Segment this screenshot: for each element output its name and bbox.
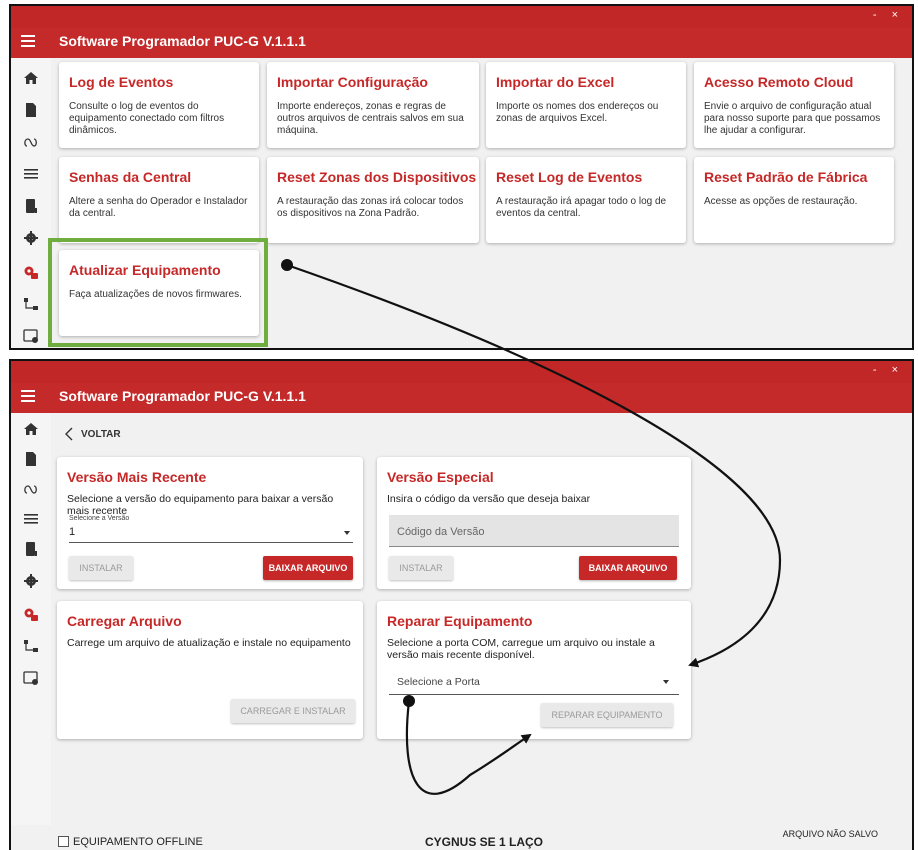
- document-icon[interactable]: [23, 102, 39, 118]
- device-name: CYGNUS SE 1 LAÇO: [425, 835, 544, 849]
- card-description: Envie o arquivo de configuração atual pa…: [704, 101, 881, 136]
- port-select-placeholder[interactable]: Selecione a Porta: [397, 676, 480, 688]
- sidebar: [11, 58, 51, 348]
- card-title: Senhas da Central: [69, 169, 192, 185]
- document-icon[interactable]: [23, 451, 39, 467]
- settings-active-icon[interactable]: [23, 264, 39, 280]
- chevron-down-icon[interactable]: [344, 531, 350, 535]
- home-icon[interactable]: [23, 70, 39, 86]
- version-code-input[interactable]: Código da Versão: [389, 515, 679, 547]
- book-icon[interactable]: [23, 541, 39, 557]
- menu-card-reset-log[interactable]: Reset Log de Eventos A restauração irá a…: [486, 157, 686, 243]
- window-controls[interactable]: - ×: [873, 9, 904, 21]
- version-select-underline: [69, 542, 353, 543]
- menu-card-reset-zonas[interactable]: Reset Zonas dos Dispositivos A restauraç…: [267, 157, 479, 243]
- latest-version-card: Versão Mais Recente Selecione a versão d…: [57, 457, 363, 589]
- chevron-down-icon[interactable]: [663, 680, 669, 684]
- app-title: Software Programador PUC-G V.1.1.1: [59, 33, 306, 49]
- settings-active-icon[interactable]: [23, 606, 39, 622]
- card-description: Insira o código da versão que deseja bai…: [387, 493, 591, 505]
- loop-icon[interactable]: [23, 481, 39, 497]
- card-title: Reset Padrão de Fábrica: [704, 169, 868, 185]
- file-status: ARQUIVO NÃO SALVO: [782, 829, 878, 839]
- card-description: Altere a senha do Operador e Instalador …: [69, 196, 248, 219]
- window-gear-icon[interactable]: [23, 328, 39, 344]
- card-description: Consulte o log de eventos do equipamento…: [69, 101, 225, 136]
- card-title: Carregar Arquivo: [67, 613, 182, 629]
- network-icon[interactable]: [23, 296, 39, 312]
- card-title: Reset Zonas dos Dispositivos: [277, 169, 477, 185]
- offline-checkbox[interactable]: [58, 836, 69, 847]
- update-content: VOLTAR Versão Mais Recente Selecione a v…: [51, 413, 912, 850]
- device-status: EQUIPAMENTO OFFLINE: [73, 836, 203, 848]
- menu-card-acesso-remoto[interactable]: Acesso Remoto Cloud Envie o arquivo de c…: [694, 62, 894, 148]
- card-title: Versão Mais Recente: [67, 469, 207, 485]
- menu-card-importar-excel[interactable]: Importar do Excel Importe os nomes dos e…: [486, 62, 686, 148]
- app-title: Software Programador PUC-G V.1.1.1: [59, 388, 306, 404]
- card-description: Carrege um arquivo de atualização e inst…: [67, 637, 351, 649]
- gear-icon[interactable]: [23, 230, 39, 246]
- window-gear-icon[interactable]: [23, 670, 39, 686]
- card-title: Versão Especial: [387, 469, 494, 485]
- card-title: Importar do Excel: [496, 74, 615, 90]
- title-bar: Software Programador PUC-G V.1.1.1 - ×: [11, 6, 912, 58]
- hamburger-menu-icon[interactable]: [21, 35, 35, 47]
- menu-card-reset-fabrica[interactable]: Reset Padrão de Fábrica Acesse as opções…: [694, 157, 894, 243]
- menu-card-importar-configuracao[interactable]: Importar Configuração Importe endereços,…: [267, 62, 479, 148]
- book-icon[interactable]: [23, 198, 39, 214]
- card-description: Importe endereços, zonas e regras de out…: [277, 101, 464, 136]
- gear-icon[interactable]: [23, 573, 39, 589]
- menu-card-log-eventos[interactable]: Log de Eventos Consulte o log de eventos…: [59, 62, 259, 148]
- sidebar: [11, 413, 51, 850]
- card-description: A restauração irá apagar todo o log de e…: [496, 196, 667, 219]
- window-top-strip: [11, 361, 912, 383]
- card-description: Selecione a porta COM, carregue um arqui…: [387, 637, 655, 661]
- repair-device-button[interactable]: REPARAR EQUIPAMENTO: [541, 703, 673, 727]
- card-description: Importe os nomes dos endereços ou zonas …: [496, 101, 659, 124]
- download-file-button[interactable]: BAIXAR ARQUIVO: [263, 556, 353, 580]
- home-icon[interactable]: [23, 421, 39, 437]
- version-select-label: Selecione a Versão: [69, 515, 130, 522]
- repair-device-card: Reparar Equipamento Selecione a porta CO…: [377, 601, 691, 739]
- highlight-box: [48, 238, 268, 347]
- install-button[interactable]: INSTALAR: [389, 556, 453, 580]
- status-bar: EQUIPAMENTO OFFLINE CYGNUS SE 1 LAÇO ARQ…: [11, 825, 912, 850]
- card-title: Acesso Remoto Cloud: [704, 74, 854, 90]
- download-file-button[interactable]: BAIXAR ARQUIVO: [579, 556, 677, 580]
- card-title: Importar Configuração: [277, 74, 428, 90]
- install-button[interactable]: INSTALAR: [69, 556, 133, 580]
- window-top-strip: [11, 6, 912, 28]
- network-icon[interactable]: [23, 638, 39, 654]
- chevron-left-icon: [65, 427, 73, 441]
- list-icon[interactable]: [23, 511, 39, 527]
- version-select-value[interactable]: 1: [69, 526, 75, 538]
- back-label: VOLTAR: [81, 428, 121, 440]
- card-title: Reset Log de Eventos: [496, 169, 643, 185]
- loop-icon[interactable]: [23, 134, 39, 150]
- card-description: Selecione a versão do equipamento para b…: [67, 493, 334, 517]
- port-select-underline: [389, 694, 679, 695]
- special-version-card: Versão Especial Insira o código da versã…: [377, 457, 691, 589]
- card-description: A restauração das zonas irá colocar todo…: [277, 196, 464, 219]
- version-code-placeholder: Código da Versão: [397, 526, 485, 538]
- card-description: Acesse as opções de restauração.: [704, 196, 858, 207]
- list-icon[interactable]: [23, 166, 39, 182]
- update-window: Software Programador PUC-G V.1.1.1 - × V…: [9, 359, 914, 850]
- load-file-card: Carregar Arquivo Carrege um arquivo de a…: [57, 601, 363, 739]
- load-install-button[interactable]: CARREGAR E INSTALAR: [231, 699, 355, 723]
- menu-card-senhas-central[interactable]: Senhas da Central Altere a senha do Oper…: [59, 157, 259, 243]
- title-bar: Software Programador PUC-G V.1.1.1 - ×: [11, 361, 912, 413]
- hamburger-menu-icon[interactable]: [21, 390, 35, 402]
- window-controls[interactable]: - ×: [873, 364, 904, 376]
- card-title: Reparar Equipamento: [387, 613, 533, 629]
- back-button[interactable]: VOLTAR: [65, 425, 121, 443]
- card-title: Log de Eventos: [69, 74, 174, 90]
